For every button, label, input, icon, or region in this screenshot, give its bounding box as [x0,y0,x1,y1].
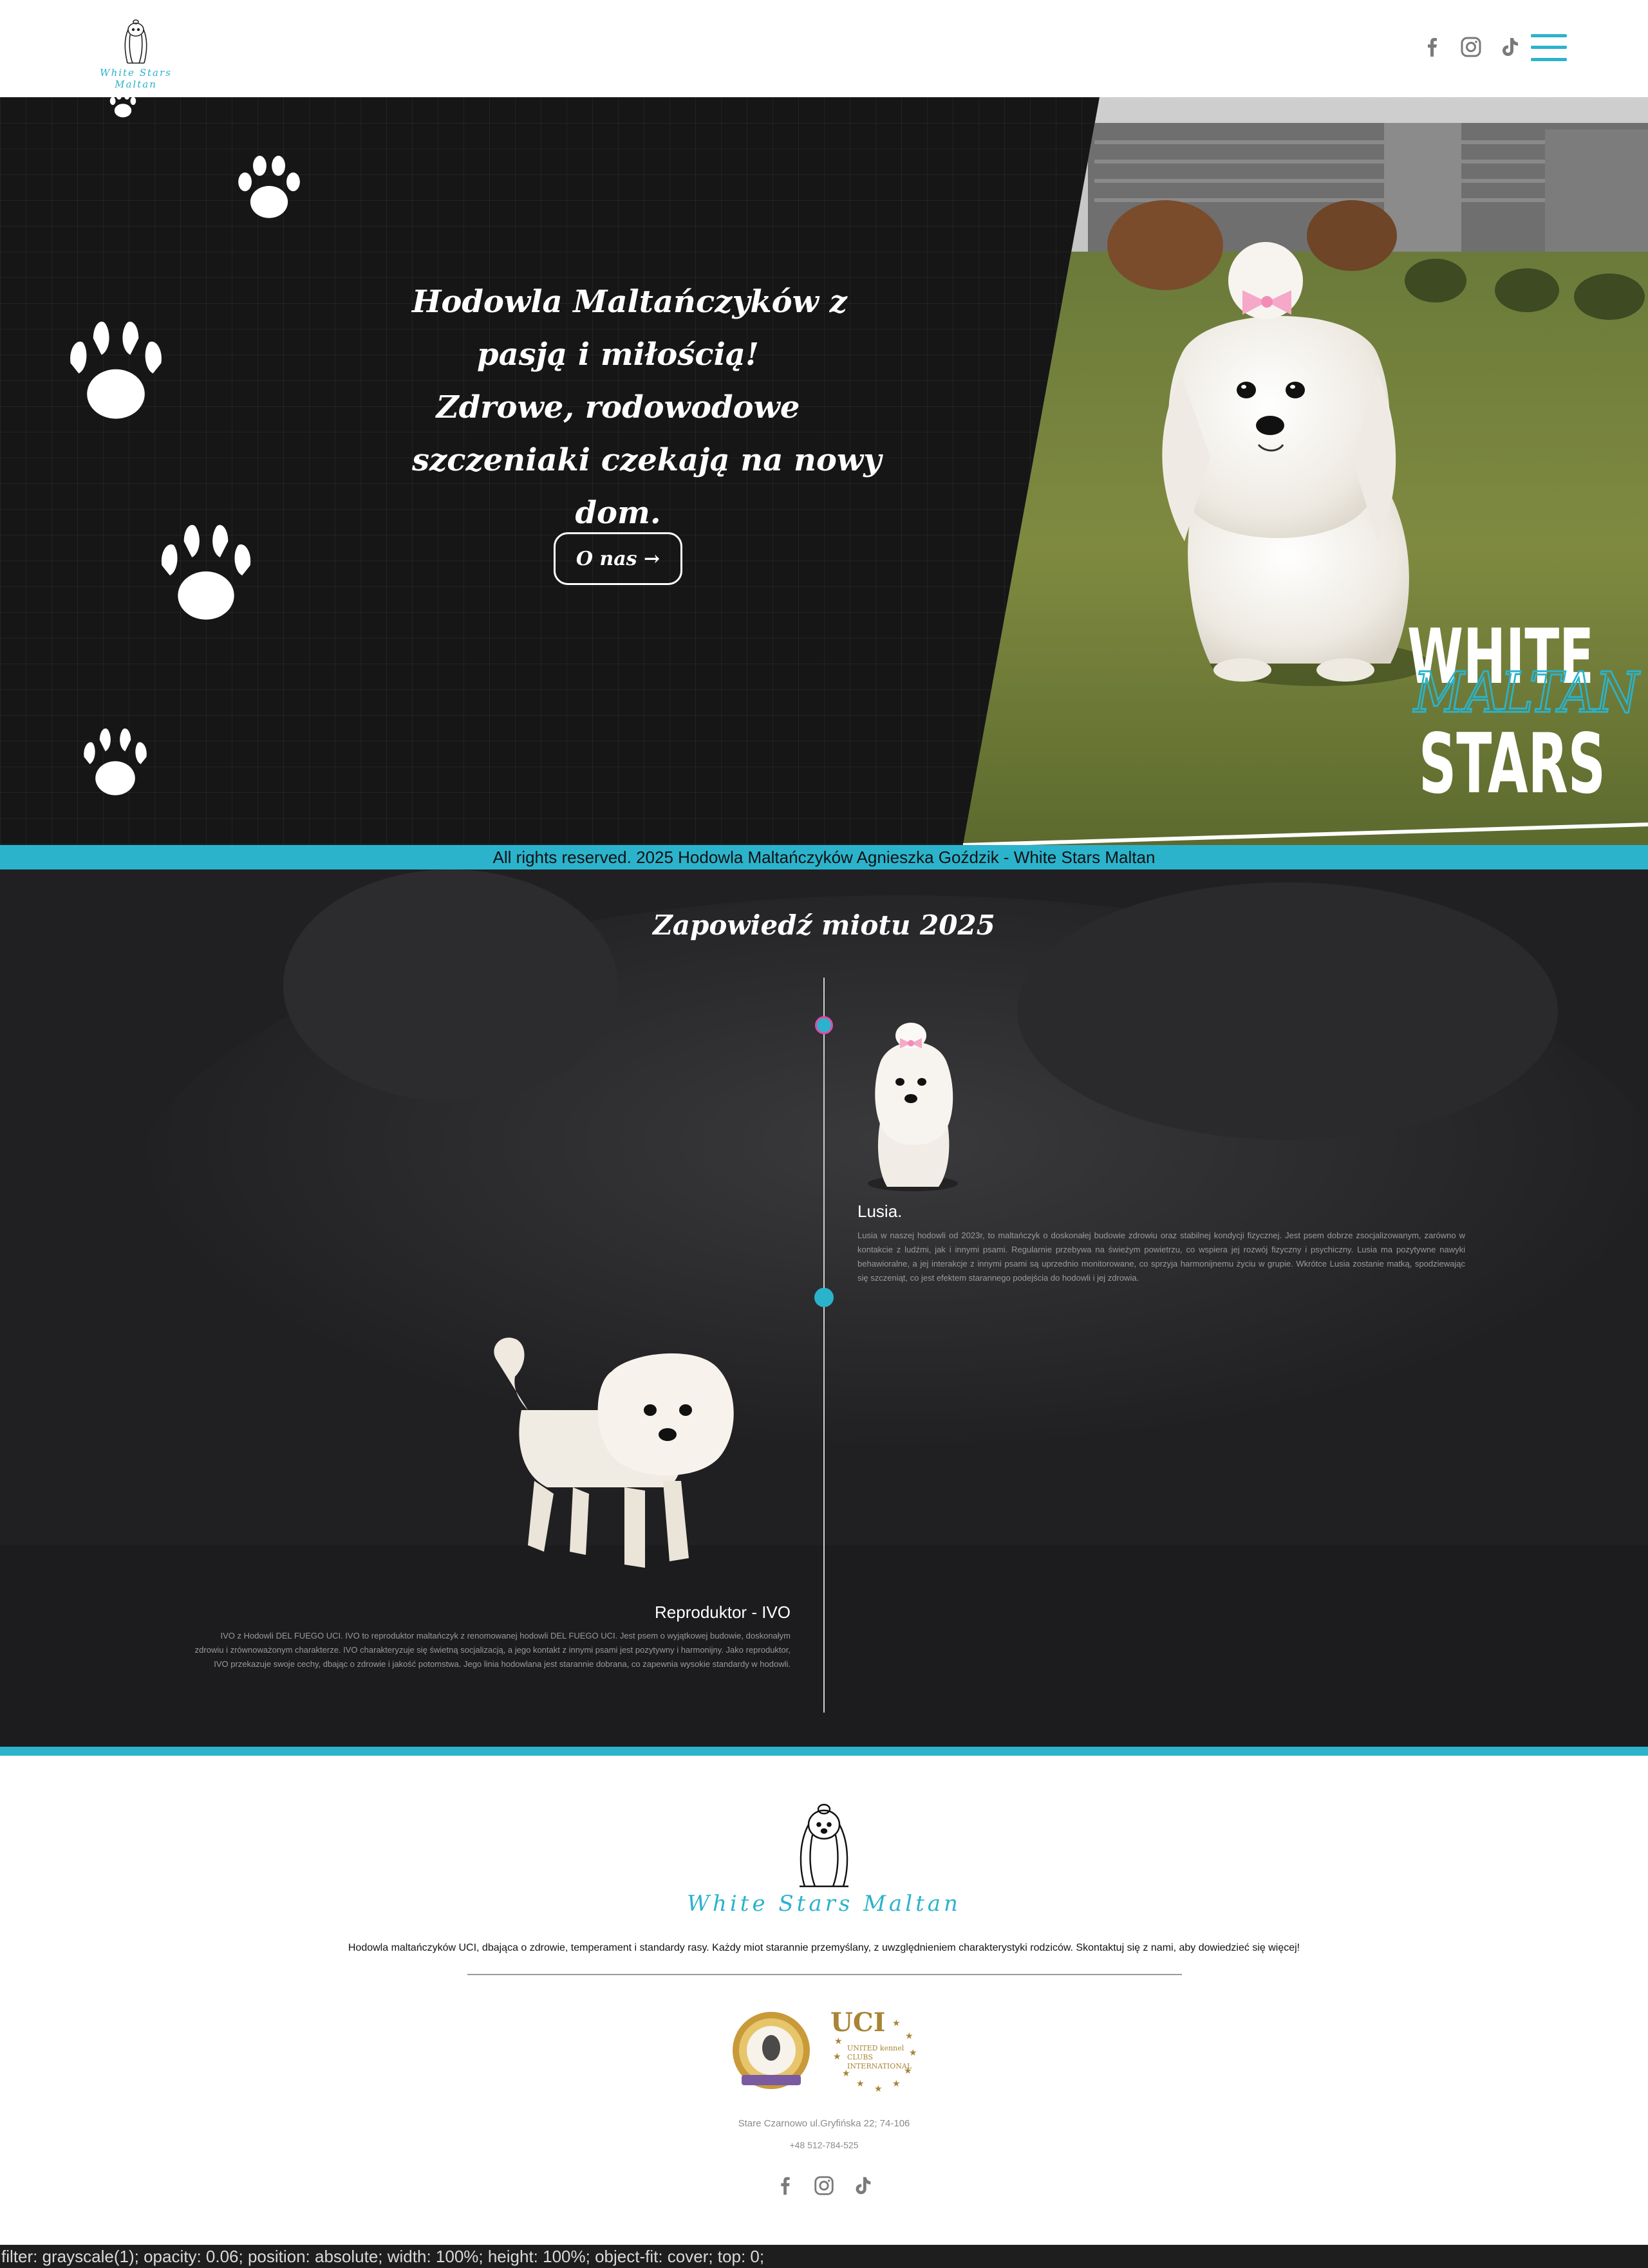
lusia-description: Lusia w naszej hodowli od 2023r, to malt… [857,1231,1465,1283]
timeline-dot [814,1288,834,1307]
uci-line: INTERNATIONAL [847,2062,912,2070]
svg-text:★: ★ [892,2079,901,2089]
svg-text:★: ★ [905,2031,913,2041]
lusia-photo [868,1023,958,1191]
ivo-photo [494,1337,734,1568]
facebook-icon[interactable] [1420,35,1445,59]
about-us-button[interactable]: O nas → [554,532,682,585]
svg-text:★: ★ [909,2048,917,2058]
maltese-logo-icon [800,1803,848,1888]
uci-mark: UCI [830,2007,885,2038]
svg-text:★: ★ [892,2018,901,2029]
svg-text:★: ★ [874,2084,883,2094]
maltese-logo-icon [124,19,147,64]
facebook-icon[interactable] [774,2174,797,2197]
hero-heading-line: Zdrowe, rodowodowe [436,389,800,425]
paw-print-icon [161,525,251,620]
white-maltan-stars-logo: WHITE MALTAN STARS [1407,612,1642,805]
instagram-icon[interactable] [812,2174,836,2197]
instagram-icon[interactable] [1459,35,1483,59]
site-logo[interactable]: White Stars Maltan [82,15,189,90]
site-footer: White Stars Maltan Hodowla maltańczyków … [0,1756,1648,2245]
hero-heading-line: Hodowla Maltańczyków z [412,284,847,320]
paw-print-icon [109,97,136,118]
kennel-seal-badge [733,2012,810,2089]
hero-heading-line: szczeniaki czekają na nowy [412,442,882,478]
timeline-line [823,978,825,1713]
litter-section: Zapowiedź miotu 2025 Lusia. Lusia w nasz… [0,869,1648,1747]
footer-description: Hodowla maltańczyków UCI, dbająca o zdro… [348,1942,1300,1953]
svg-text:★: ★ [856,2079,865,2089]
footer-phone[interactable]: +48 512-784-525 [0,2140,1648,2150]
ivo-description: IVO z Hodowli DEL FUEGO UCI. IVO to repr… [194,1631,791,1669]
section-divider [0,1747,1648,1756]
hero-heading-line: dom. [575,495,661,531]
svg-text:★: ★ [834,2036,843,2047]
paw-print-icon [238,156,300,218]
header-social-links [1420,32,1522,62]
footer-divider [467,1974,1182,1975]
footer-address: Stare Czarnowo ul.Gryfińska 22; 74-106 [738,2118,910,2129]
paw-print-icon [84,728,147,795]
hero-section: Hodowla Maltańczyków z pasją i miłością!… [0,97,1648,845]
footer-social-links [774,2174,874,2197]
paw-print-icon [70,321,162,419]
footer-brand: White Stars Maltan [687,1891,961,1917]
hero-heading: Hodowla Maltańczyków z pasją i miłością!… [412,275,882,539]
svg-text:★: ★ [842,2068,850,2079]
lusia-name: Lusia. [857,1202,903,1221]
logo-word-stars: STARS [1419,716,1606,805]
debug-css-text: filter: grayscale(1); opacity: 0.06; pos… [0,2245,1648,2268]
logo-word-maltan: MALTAN [1412,661,1640,725]
tiktok-icon[interactable] [1497,35,1522,59]
timeline-dot [815,1016,833,1034]
site-header: White Stars Maltan [0,0,1648,97]
uci-line: CLUBS [847,2053,873,2061]
logo-text: White Stars Maltan [100,67,172,90]
hamburger-menu-icon[interactable] [1531,34,1567,61]
svg-text:★: ★ [833,2052,841,2062]
tiktok-icon[interactable] [851,2174,874,2197]
uci-badge: UCI UNITED kennel CLUBS INTERNATIONAL ★★… [830,2007,917,2094]
rights-banner: All rights reserved. 2025 Hodowla Maltań… [0,845,1648,869]
litter-title: Zapowiedź miotu 2025 [653,909,995,941]
hero-heading-line: pasją i miłością! [477,337,759,373]
ivo-name: Reproduktor - IVO [655,1603,791,1622]
uci-line: UNITED kennel [847,2044,904,2052]
svg-text:★: ★ [904,2066,912,2076]
